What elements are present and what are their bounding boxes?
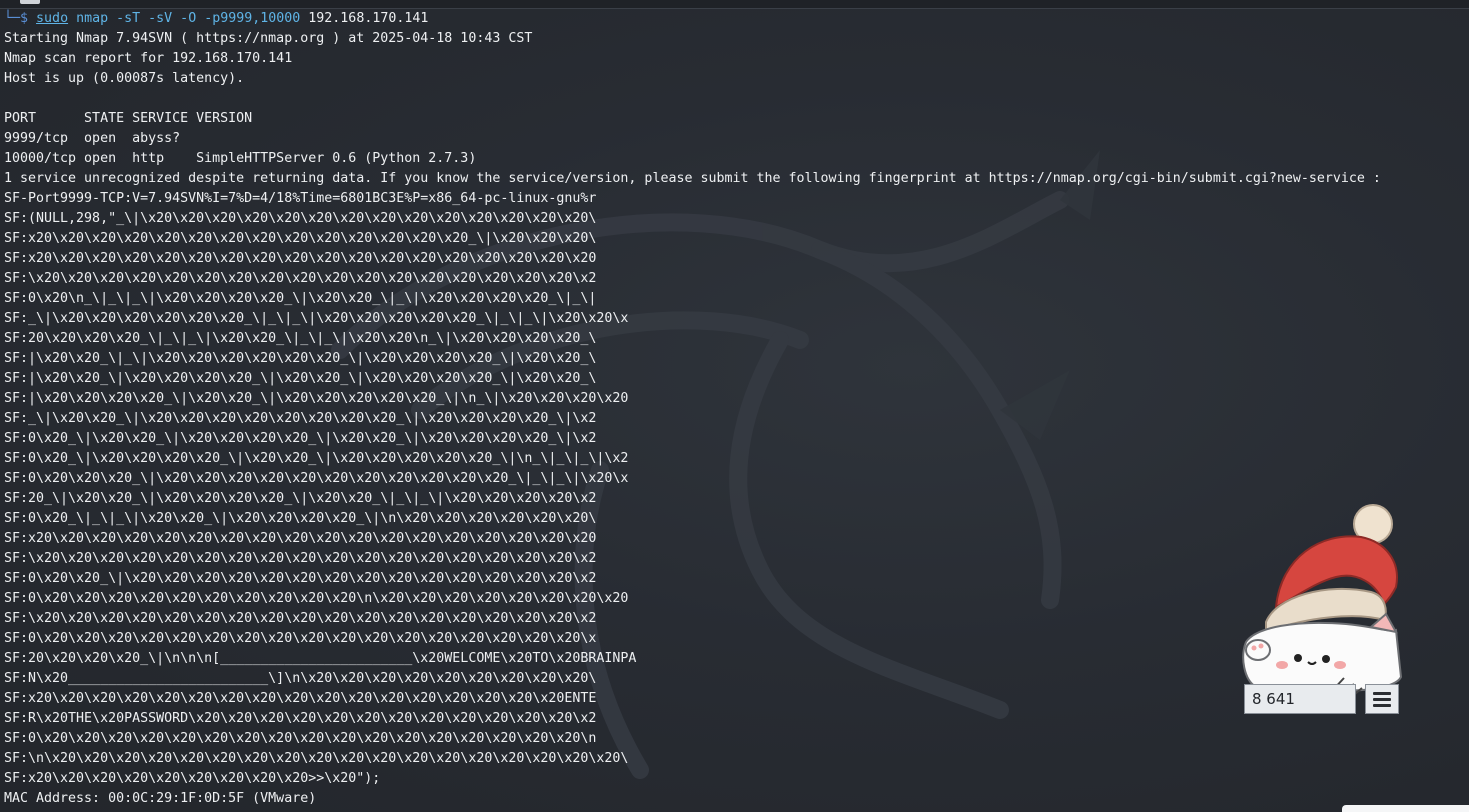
output-line: SF:|\x20\x20_\|_\|\x20\x20\x20\x20\x20\x…: [4, 351, 597, 366]
output-line: SF:_\|\x20\x20\x20\x20\x20\x20_\|_\|_\|\…: [4, 311, 629, 326]
output-line: SF:|\x20\x20_\|\x20\x20\x20\x20_\|\x20\x…: [4, 371, 597, 386]
output-line: SF:|\x20\x20\x20\x20_\|\x20\x20_\|\x20\x…: [4, 391, 629, 406]
output-line: SF:0\x20_\|\x20\x20_\|\x20\x20\x20\x20_\…: [4, 431, 597, 446]
prompt-corner: └─$: [4, 11, 29, 26]
output-line: PORT STATE SERVICE VERSION: [4, 111, 253, 126]
output-line: SF:x20\x20\x20\x20\x20\x20\x20\x20\x20>>…: [4, 771, 381, 786]
output-line: SF:x20\x20\x20\x20\x20\x20\x20\x20\x20\x…: [4, 251, 597, 266]
output-line: Host is up (0.00087s latency).: [4, 71, 245, 86]
corner-notification-stub: [1342, 805, 1469, 812]
output-line: SF:\x20\x20\x20\x20\x20\x20\x20\x20\x20\…: [4, 271, 597, 286]
output-line: SF-Port9999-TCP:V=7.94SVN%I=7%D=4/18%Tim…: [4, 191, 597, 206]
output-line: SF:20\x20\x20\x20_\|_\|_\|\x20\x20_\|_\|…: [4, 331, 597, 346]
pet-counter: 8 641: [1244, 684, 1356, 714]
hamburger-menu-icon[interactable]: [1365, 684, 1399, 714]
output-line: SF:0\x20\x20\x20_\|\x20\x20\x20\x20\x20\…: [4, 471, 629, 486]
output-line: SF:x20\x20\x20\x20\x20\x20\x20\x20\x20\x…: [4, 231, 597, 246]
output-line: 9999/tcp open abyss?: [4, 131, 181, 146]
output-line: MAC Address: 00:0C:29:1F:0D:5F (VMware): [4, 791, 317, 806]
previous-line-fragment: [20, 0, 40, 4]
command-arguments: -sT -sV -O -p9999,10000: [116, 11, 301, 26]
command-nmap: nmap: [76, 11, 109, 26]
terminal-top-strip: [0, 0, 1469, 9]
output-line: SF:(NULL,298,"_\|\x20\x20\x20\x20\x20\x2…: [4, 211, 597, 226]
output-line: SF:0\x20\n_\|_\|_\|\x20\x20\x20\x20_\|\x…: [4, 291, 597, 306]
output-line: SF:0\x20_\|\x20\x20\x20\x20_\|\x20\x20_\…: [4, 451, 629, 466]
output-line: SF:0\x20\x20\x20\x20\x20\x20\x20\x20\x20…: [4, 731, 597, 746]
output-line: 1 service unrecognized despite returning…: [4, 171, 1381, 186]
output-line: 10000/tcp open http SimpleHTTPServer 0.6…: [4, 151, 477, 166]
output-line: SF:_\|\x20\x20_\|\x20\x20\x20\x20\x20\x2…: [4, 411, 597, 426]
output-line: Nmap scan report for 192.168.170.141: [4, 51, 293, 66]
terminal-window[interactable]: └─$ sudo nmap -sT -sV -O -p9999,10000 19…: [0, 0, 1469, 812]
output-line: SF:\n\x20\x20\x20\x20\x20\x20\x20\x20\x2…: [4, 751, 629, 766]
command-sudo: sudo: [36, 11, 69, 26]
output-line: Starting Nmap 7.94SVN ( https://nmap.org…: [4, 31, 533, 46]
command-prompt-line: └─$ sudo nmap -sT -sV -O -p9999,10000 19…: [4, 9, 1469, 29]
command-target: 192.168.170.141: [308, 11, 429, 26]
